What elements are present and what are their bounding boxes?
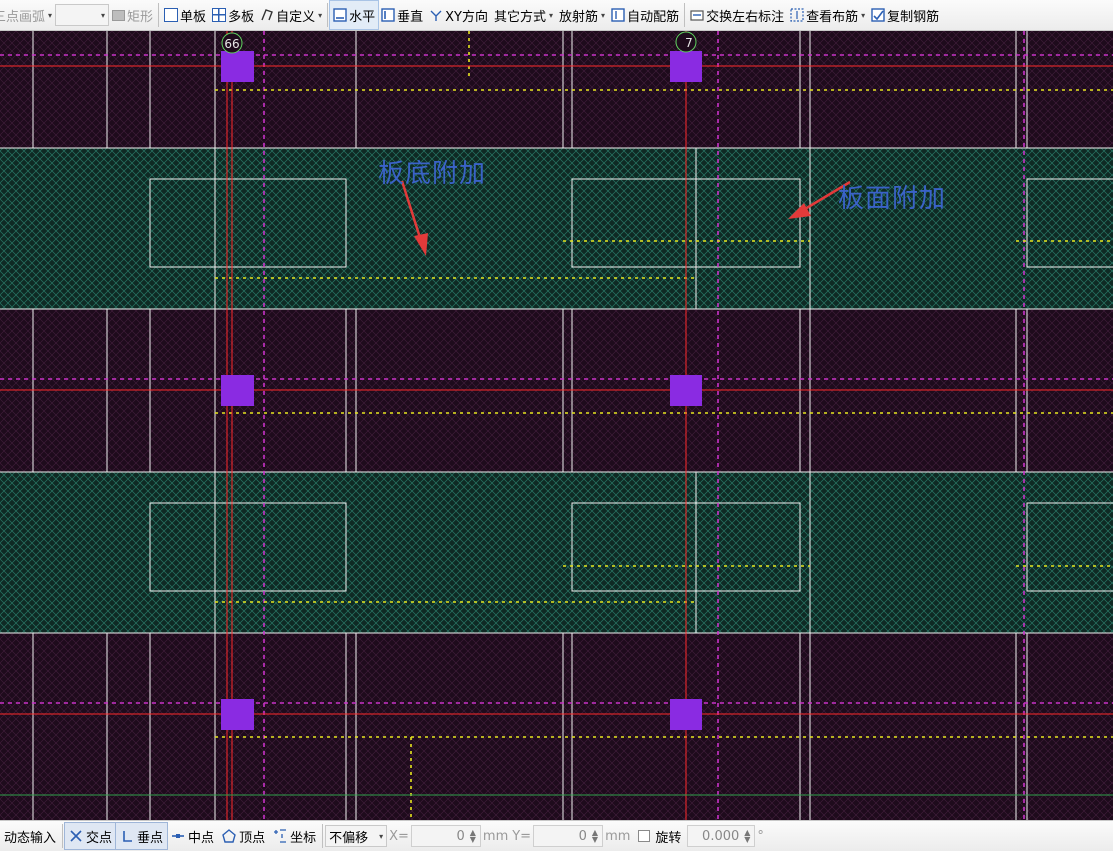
rotate-label: 旋转	[655, 830, 682, 846]
copy-rebar-icon	[871, 8, 885, 22]
vertical-button[interactable]: 垂直	[378, 1, 426, 29]
multi-slab-button[interactable]: 多板	[209, 1, 257, 29]
offset-mode-select[interactable]: 不偏移 ▾	[325, 825, 388, 847]
snap-midpoint-toggle[interactable]: 中点	[167, 823, 218, 849]
auto-rebar-label: 自动配筋	[627, 9, 680, 25]
slab-region	[0, 472, 1113, 633]
y-coordinate-label: Y=	[512, 828, 532, 844]
vertical-label: 垂直	[397, 9, 424, 25]
vertex-icon	[222, 829, 236, 843]
statusbar-divider	[62, 824, 64, 848]
degree-label: °	[757, 828, 764, 844]
other-method-label: 其它方式	[494, 9, 547, 25]
draw-toolbar: 三点画弧 ▾ ▾ 矩形 单板 多板 自定义 ▾ 水平 垂直 XY方向 其它方式 …	[0, 0, 1113, 31]
radial-rebar-label: 放射筋	[559, 9, 599, 25]
toolbar-divider	[327, 3, 329, 27]
x-coordinate-input[interactable]: 0 ▲ ▼	[410, 825, 481, 847]
slab-region	[0, 148, 1113, 309]
single-slab-button[interactable]: 单板	[161, 1, 209, 29]
custom-label: 自定义	[276, 9, 316, 25]
chevron-down-icon: ▾	[48, 10, 53, 20]
axis-label-7: 7	[685, 36, 693, 50]
radial-rebar-button[interactable]: 放射筋 ▾	[556, 1, 608, 29]
horizontal-button[interactable]: 水平	[329, 0, 380, 30]
other-method-button[interactable]: 其它方式 ▾	[491, 1, 556, 29]
toolbar-divider	[158, 3, 160, 27]
copy-rebar-label: 复制钢筋	[887, 9, 940, 25]
y-coordinate-value: 0	[578, 828, 587, 844]
offset-mode-value: 不偏移	[329, 830, 369, 846]
swap-label-button[interactable]: 交换左右标注	[687, 1, 787, 29]
rectangle-button[interactable]: 矩形	[109, 1, 156, 29]
swap-icon	[690, 10, 704, 21]
auto-rebar-button[interactable]: 自动配筋	[608, 1, 682, 29]
chevron-down-icon: ▾	[379, 831, 384, 841]
snap-midpoint-label: 中点	[188, 830, 215, 846]
snap-perpendicular-label: 垂点	[137, 830, 164, 846]
chevron-down-icon: ▾	[601, 10, 606, 20]
midpoint-icon	[172, 834, 185, 838]
three-point-arc-label: 三点画弧	[0, 9, 46, 25]
spinner-icon[interactable]: ▲ ▼	[744, 829, 750, 844]
snap-statusbar: 动态输入 交点 垂点 中点 顶点 坐标 不偏移 ▾ X= 0 ▲ ▼ mm Y= …	[0, 820, 1113, 851]
toolbar-divider	[684, 3, 686, 27]
custom-button[interactable]: 自定义 ▾	[257, 1, 325, 29]
drawing-canvas[interactable]: 66 7 板底附加 板面附加	[0, 31, 1113, 820]
rotate-checkbox[interactable]	[638, 830, 651, 842]
statusbar-divider	[322, 824, 324, 848]
dynamic-input-toggle[interactable]: 动态输入	[0, 823, 60, 849]
view-rebar-label: 查看布筋	[806, 9, 859, 25]
y-unit-label: mm	[605, 828, 631, 844]
rectangle-icon	[112, 9, 126, 21]
single-slab-label: 单板	[180, 9, 207, 25]
chevron-down-icon: ▾	[101, 10, 106, 20]
horizontal-rebar-icon	[333, 8, 347, 22]
dynamic-input-label: 动态输入	[4, 830, 57, 846]
xy-direction-button[interactable]: XY方向	[426, 1, 491, 29]
spinner-icon[interactable]: ▲ ▼	[592, 829, 598, 844]
horizontal-label: 水平	[349, 9, 376, 25]
spinner-icon[interactable]: ▲ ▼	[470, 829, 476, 844]
y-coordinate-input[interactable]: 0 ▲ ▼	[533, 825, 604, 847]
multi-slab-label: 多板	[228, 9, 255, 25]
xy-direction-icon	[430, 10, 442, 21]
intersection-icon	[70, 830, 82, 842]
custom-shape-icon	[261, 9, 273, 21]
three-point-arc-button[interactable]: 三点画弧 ▾	[0, 1, 55, 29]
axis-label-66: 66	[224, 37, 239, 51]
coordinate-icon	[274, 829, 287, 843]
top-extra-annotation: 板面附加	[838, 184, 947, 214]
x-coordinate-label: X=	[389, 828, 409, 844]
vertical-rebar-icon	[381, 8, 395, 22]
rotate-angle-value: 0.000	[702, 828, 740, 844]
view-rebar-icon	[790, 8, 804, 22]
swap-label-label: 交换左右标注	[706, 9, 785, 25]
arc-mode-select[interactable]: ▾	[55, 4, 110, 26]
copy-rebar-button[interactable]: 复制钢筋	[868, 1, 942, 29]
snap-vertex-label: 顶点	[239, 830, 266, 846]
chevron-down-icon: ▾	[549, 10, 554, 20]
snap-coordinate-toggle[interactable]: 坐标	[269, 823, 320, 849]
chevron-down-icon: ▾	[861, 10, 866, 20]
snap-vertex-toggle[interactable]: 顶点	[218, 823, 269, 849]
single-slab-icon	[164, 8, 179, 22]
rectangle-label: 矩形	[127, 9, 154, 25]
multi-slab-icon	[212, 8, 227, 22]
snap-coordinate-label: 坐标	[290, 830, 317, 846]
chevron-down-icon: ▾	[318, 10, 323, 20]
rotate-angle-input[interactable]: 0.000 ▲ ▼	[687, 825, 756, 847]
slab-plan-drawing[interactable]: 66 7	[0, 31, 1113, 820]
perpendicular-icon	[123, 831, 133, 842]
xy-direction-label: XY方向	[445, 9, 488, 25]
snap-intersection-toggle[interactable]: 交点	[64, 822, 118, 850]
x-coordinate-value: 0	[456, 828, 465, 844]
snap-perpendicular-toggle[interactable]: 垂点	[115, 822, 169, 850]
view-rebar-button[interactable]: 查看布筋 ▾	[787, 1, 868, 29]
auto-rebar-icon	[611, 8, 625, 22]
x-unit-label: mm	[482, 828, 509, 844]
bottom-extra-annotation: 板底附加	[378, 159, 487, 189]
snap-intersection-label: 交点	[86, 830, 113, 846]
